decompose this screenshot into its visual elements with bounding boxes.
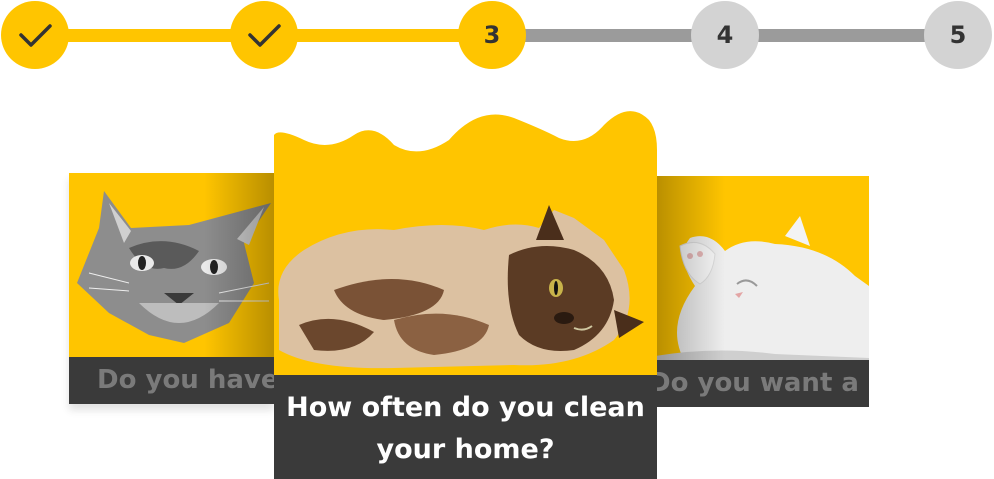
card-caption: How often do you clean your home?	[274, 375, 657, 479]
checkmark-icon	[248, 24, 281, 47]
step-number: 5	[949, 21, 967, 49]
card-image	[69, 173, 274, 357]
step-5[interactable]: 5	[924, 1, 992, 69]
question-card-previous[interactable]: Do you have	[69, 173, 274, 404]
card-caption: Do you have	[69, 357, 274, 404]
step-1[interactable]	[1, 1, 69, 69]
step-3[interactable]: 3	[458, 1, 526, 69]
step-4[interactable]: 4	[691, 1, 759, 69]
progress-stepper: 3 4 5	[0, 0, 994, 72]
step-2[interactable]	[230, 1, 298, 69]
question-card-current[interactable]: How often do you clean your home?	[274, 100, 657, 479]
card-image	[274, 111, 657, 380]
step-number: 3	[483, 21, 501, 49]
card-shade	[655, 176, 725, 362]
question-card-next[interactable]: Do you want a	[655, 176, 869, 407]
checkmark-icon	[19, 24, 52, 47]
card-caption: Do you want a	[655, 360, 869, 407]
card-shade	[204, 173, 274, 357]
card-image	[655, 176, 869, 362]
step-number: 4	[716, 21, 734, 49]
